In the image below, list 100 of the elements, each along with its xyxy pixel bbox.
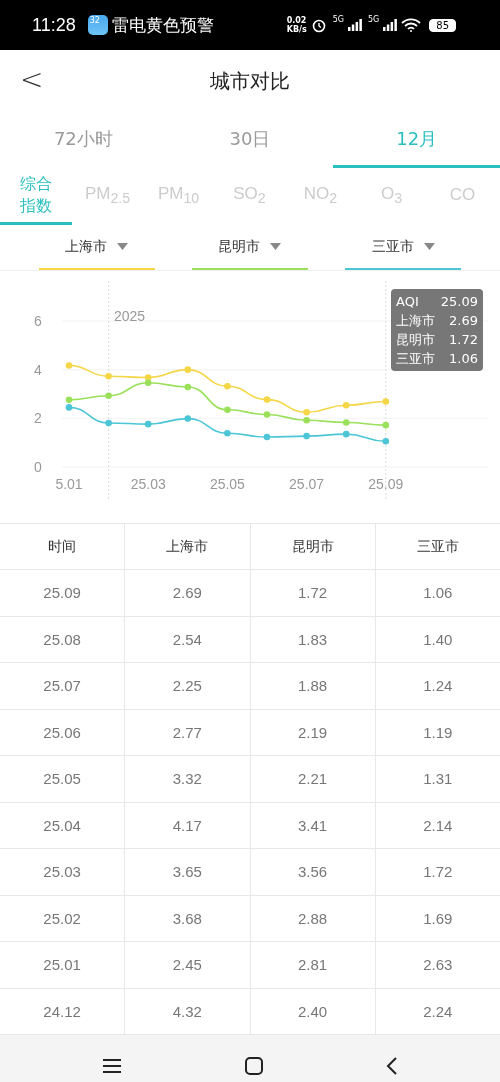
signal-icon — [383, 19, 398, 31]
axis-label: 25.05 — [209, 476, 245, 492]
table-cell: 25.05 — [0, 756, 126, 802]
table-cell: 25.07 — [0, 663, 126, 709]
table-cell-text: 1.19 — [422, 722, 454, 743]
table-cell: 24.12 — [0, 988, 126, 1034]
period-tab[interactable]: 30日 — [166, 112, 334, 168]
home-icon[interactable] — [245, 1057, 263, 1075]
data-point — [144, 420, 152, 428]
table-cell: 2.88 — [250, 895, 376, 941]
data-point — [342, 430, 350, 438]
back-icon[interactable] — [386, 1057, 399, 1075]
axis-label: 5.01 — [55, 476, 83, 492]
table-cell: 3.65 — [125, 849, 251, 895]
page-title: 城市对比 — [210, 67, 290, 95]
column-header: 上海市 — [125, 524, 251, 569]
data-point — [224, 382, 231, 390]
column-header: 三亚市 — [415, 536, 460, 556]
axis-label: 25.03 — [130, 476, 166, 492]
data-point — [184, 415, 192, 422]
data-point — [105, 392, 112, 399]
city-dropdown[interactable]: 昆明市 — [192, 225, 308, 270]
city-dropdown[interactable]: 三亚市 — [345, 225, 462, 270]
table-cell: 25.06 — [0, 709, 126, 755]
table-cell: 25.09 — [0, 570, 126, 616]
data-point — [382, 437, 390, 445]
table-cell: 1.83 — [250, 616, 376, 662]
table-cell-text: 1.72 — [422, 862, 454, 883]
axis-label: 25.07 — [289, 476, 325, 492]
data-point — [303, 432, 310, 440]
data-point — [184, 366, 192, 373]
tooltip-value: 1.06 — [449, 350, 478, 368]
data-point — [184, 383, 192, 391]
table-cell: 2.77 — [125, 709, 251, 755]
axis-label: 4 — [34, 361, 42, 378]
caret-icon — [117, 243, 129, 250]
table-cell: 25.04 — [0, 802, 126, 848]
period-tab[interactable]: 12月 — [333, 112, 500, 168]
data-point — [224, 429, 231, 437]
data-point — [65, 362, 73, 369]
alarm-icon — [310, 17, 327, 33]
table-cell: 25.08 — [0, 616, 126, 662]
axis-label: 6 — [34, 313, 42, 329]
table-cell: 4.17 — [125, 802, 251, 848]
table-cell: 25.03 — [0, 849, 126, 895]
tooltip-label: AQI — [396, 293, 419, 311]
menu-icon[interactable] — [101, 1058, 122, 1074]
table-cell: 3.56 — [250, 849, 376, 895]
table-cell-text: 2.14 — [422, 815, 454, 836]
table-cell-text: 1.31 — [422, 769, 454, 790]
table-cell: 2.21 — [250, 756, 376, 802]
table-cell-text: 1.06 — [422, 583, 454, 604]
caret-icon — [270, 243, 282, 250]
table-cell: 2.54 — [125, 616, 251, 662]
tooltip-label: 昆明市 — [396, 331, 435, 349]
column-header: 时间 — [0, 524, 126, 569]
data-point — [263, 433, 271, 441]
data-point — [342, 419, 350, 426]
table-cell: 3.41 — [250, 802, 376, 848]
column-header: 昆明市 — [250, 524, 376, 569]
signal-icon — [347, 19, 362, 31]
table-cell-text: 1.40 — [422, 629, 454, 650]
data-point — [342, 401, 350, 409]
notification-text: 雷电黄色预警 — [111, 13, 214, 37]
table-cell-text: 2.63 — [422, 955, 454, 976]
tooltip-label: 三亚市 — [396, 350, 435, 368]
data-point — [105, 372, 112, 380]
network-type: 5G — [367, 15, 380, 24]
network-speed: 0.02 KB/s — [286, 16, 307, 34]
table-cell-text: 2.24 — [422, 1001, 454, 1022]
table-cell: 2.69 — [125, 570, 251, 616]
wifi-icon — [401, 18, 422, 32]
axis-label: 2 — [34, 410, 42, 427]
city-dropdown[interactable]: 上海市 — [38, 225, 155, 270]
table-cell: 25.01 — [0, 942, 126, 988]
period-tab[interactable]: 72小时 — [0, 112, 167, 168]
data-point — [263, 411, 271, 418]
table-cell: 25.02 — [0, 895, 126, 941]
back-button[interactable]: < — [14, 62, 50, 97]
table-cell: 2.40 — [250, 988, 376, 1034]
network-type: 5G — [332, 15, 344, 24]
tooltip-value: 2.69 — [449, 312, 478, 330]
pollutant-tab[interactable]: 综合指数 — [0, 168, 72, 225]
data-point — [263, 396, 271, 403]
weather-app-icon: 32 — [87, 15, 108, 35]
tooltip-value: 1.72 — [449, 331, 478, 349]
table-cell: 2.25 — [125, 663, 251, 709]
axis-label: 0 — [34, 459, 42, 475]
caret-icon — [423, 243, 435, 250]
data-point — [105, 419, 112, 427]
axis-label: 25.09 — [368, 476, 404, 492]
data-point — [382, 398, 390, 405]
data-point — [224, 406, 231, 414]
table-cell: 2.19 — [250, 709, 376, 755]
table-cell: 1.88 — [250, 663, 376, 709]
table-cell-text: 1.69 — [422, 908, 454, 929]
table-cell: 1.72 — [250, 570, 376, 616]
tooltip-label: 上海市 — [396, 312, 435, 330]
table-cell: 4.32 — [125, 988, 251, 1034]
battery-icon: 85 — [429, 18, 456, 32]
